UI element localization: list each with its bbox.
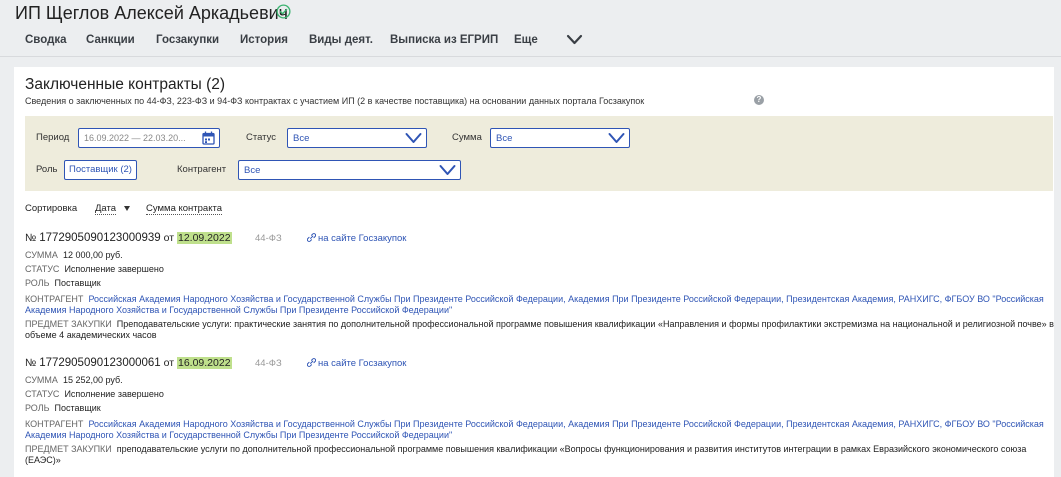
contract-law: 44-ФЗ	[255, 358, 282, 369]
subject-value: преподавательские услуги по дополнительн…	[25, 444, 1027, 465]
contract-date: 12.09.2022	[176, 232, 232, 244]
sort-by-sum-button[interactable]: Сумма контракта	[146, 203, 222, 215]
page-title: ИП Щеглов Алексей Аркадьевич	[15, 3, 289, 23]
contract-counterparty-row: КОНТРАГЕНТ Российская Академия Народного…	[25, 419, 1055, 440]
chevron-down-icon[interactable]	[566, 33, 583, 47]
contract-date: 16.09.2022	[176, 357, 232, 369]
chevron-down-icon	[608, 133, 625, 143]
link-icon	[307, 358, 316, 367]
tab-summary[interactable]: Сводка	[25, 34, 67, 46]
contract-subject-row: ПРЕДМЕТ ЗАКУПКИ Преподавательские услуги…	[25, 319, 1055, 340]
chevron-down-icon	[405, 133, 422, 143]
page-header: ИП Щеглов Алексей Аркадьевич Сводка Санк…	[0, 0, 1061, 57]
status-key: СТАТУС	[25, 264, 60, 274]
contract-law: 44-ФЗ	[255, 233, 282, 244]
contract-number: 1772905090123000061	[39, 357, 161, 369]
tab-sanctions[interactable]: Санкции	[86, 34, 135, 46]
period-date-range-input[interactable]: 16.09.2022 — 22.03.20...	[78, 128, 220, 148]
contract-heading: № 1772905090123000061 от 16.09.2022	[25, 357, 232, 369]
contract-number-prefix: №	[25, 357, 40, 369]
sort-label: Сортировка	[25, 203, 78, 214]
contract-sum-row: СУММА 15 252,00 руб.	[25, 375, 123, 385]
section-subtitle: Сведения о заключенных по 44-ФЗ, 223-ФЗ …	[25, 96, 645, 106]
status-key: СТАТУС	[25, 389, 60, 399]
contract-sum-row: СУММА 12 000,00 руб.	[25, 250, 123, 260]
contract-number-prefix: №	[25, 232, 40, 244]
counterparty-label: Контрагент	[177, 164, 227, 175]
contract-subject-row: ПРЕДМЕТ ЗАКУПКИ преподавательские услуги…	[25, 444, 1055, 465]
sum-value: 15 252,00 руб.	[62, 375, 123, 385]
sum-key: СУММА	[25, 375, 58, 385]
role-key: РОЛЬ	[25, 278, 50, 288]
role-value: Поставщик	[54, 278, 101, 288]
contract-status-row: СТАТУС Исполнение завершено	[25, 264, 164, 274]
goszakupki-link-text: на сайте Госзакупок	[318, 233, 407, 244]
role-supplier-chip[interactable]: Поставщик (2)	[64, 160, 137, 180]
contract-counterparty-row: КОНТРАГЕНТ Российская Академия Народного…	[25, 294, 1055, 315]
sum-key: СУММА	[25, 250, 58, 260]
calendar-icon[interactable]	[202, 131, 215, 145]
sort-by-date-button[interactable]: Дата	[95, 203, 117, 215]
chevron-down-icon	[439, 165, 456, 175]
tab-egrip-extract[interactable]: Выписка из ЕГРИП	[390, 34, 498, 46]
sort-down-icon	[124, 206, 130, 211]
status-value: Исполнение завершено	[64, 389, 164, 399]
period-value: 16.09.2022 — 22.03.20...	[84, 133, 186, 143]
role-label: Роль	[36, 164, 58, 175]
contract-role-row: РОЛЬ Поставщик	[25, 403, 101, 413]
verified-check-icon	[276, 4, 291, 19]
goszakupki-link[interactable]: на сайте Госзакупок	[307, 233, 406, 244]
tab-more[interactable]: Еще	[514, 34, 538, 46]
sum-label: Сумма	[452, 132, 482, 143]
goszakupki-link[interactable]: на сайте Госзакупок	[307, 358, 406, 369]
contract-heading: № 1772905090123000939 от 12.09.2022	[25, 232, 232, 244]
section-title: Заключенные контракты (2)	[25, 76, 226, 93]
sum-select[interactable]: Все	[490, 128, 630, 148]
sum-select-value: Все	[496, 133, 513, 144]
link-icon	[307, 233, 316, 242]
goszakupki-link-text: на сайте Госзакупок	[318, 358, 407, 369]
counterparty-select-value: Все	[244, 165, 261, 176]
status-select-value: Все	[293, 133, 310, 144]
help-icon[interactable]: ?	[754, 95, 764, 105]
tab-activities[interactable]: Виды деят.	[309, 34, 373, 46]
counterparty-key: КОНТРАГЕНТ	[25, 294, 84, 304]
counterparty-select[interactable]: Все	[238, 160, 461, 180]
tab-history[interactable]: История	[240, 34, 288, 46]
counterparty-link[interactable]: Российская Академия Народного Хозяйства …	[25, 419, 1044, 440]
subject-value: Преподавательские услуги: практические з…	[25, 319, 1054, 340]
contract-role-row: РОЛЬ Поставщик	[25, 278, 101, 288]
status-label: Статус	[246, 132, 277, 143]
contract-date-prefix: от	[160, 357, 177, 369]
role-key: РОЛЬ	[25, 403, 50, 413]
period-label: Период	[36, 132, 70, 143]
role-value: Поставщик	[54, 403, 101, 413]
tab-procurement[interactable]: Госзакупки	[156, 34, 219, 46]
subject-key: ПРЕДМЕТ ЗАКУПКИ	[25, 444, 112, 454]
contract-status-row: СТАТУС Исполнение завершено	[25, 389, 164, 399]
status-select[interactable]: Все	[287, 128, 427, 148]
subject-key: ПРЕДМЕТ ЗАКУПКИ	[25, 319, 112, 329]
sum-value: 12 000,00 руб.	[62, 250, 123, 260]
counterparty-link[interactable]: Российская Академия Народного Хозяйства …	[25, 294, 1044, 315]
contract-date-prefix: от	[160, 232, 177, 244]
contract-number: 1772905090123000939	[39, 232, 161, 244]
counterparty-key: КОНТРАГЕНТ	[25, 419, 84, 429]
status-value: Исполнение завершено	[64, 264, 164, 274]
